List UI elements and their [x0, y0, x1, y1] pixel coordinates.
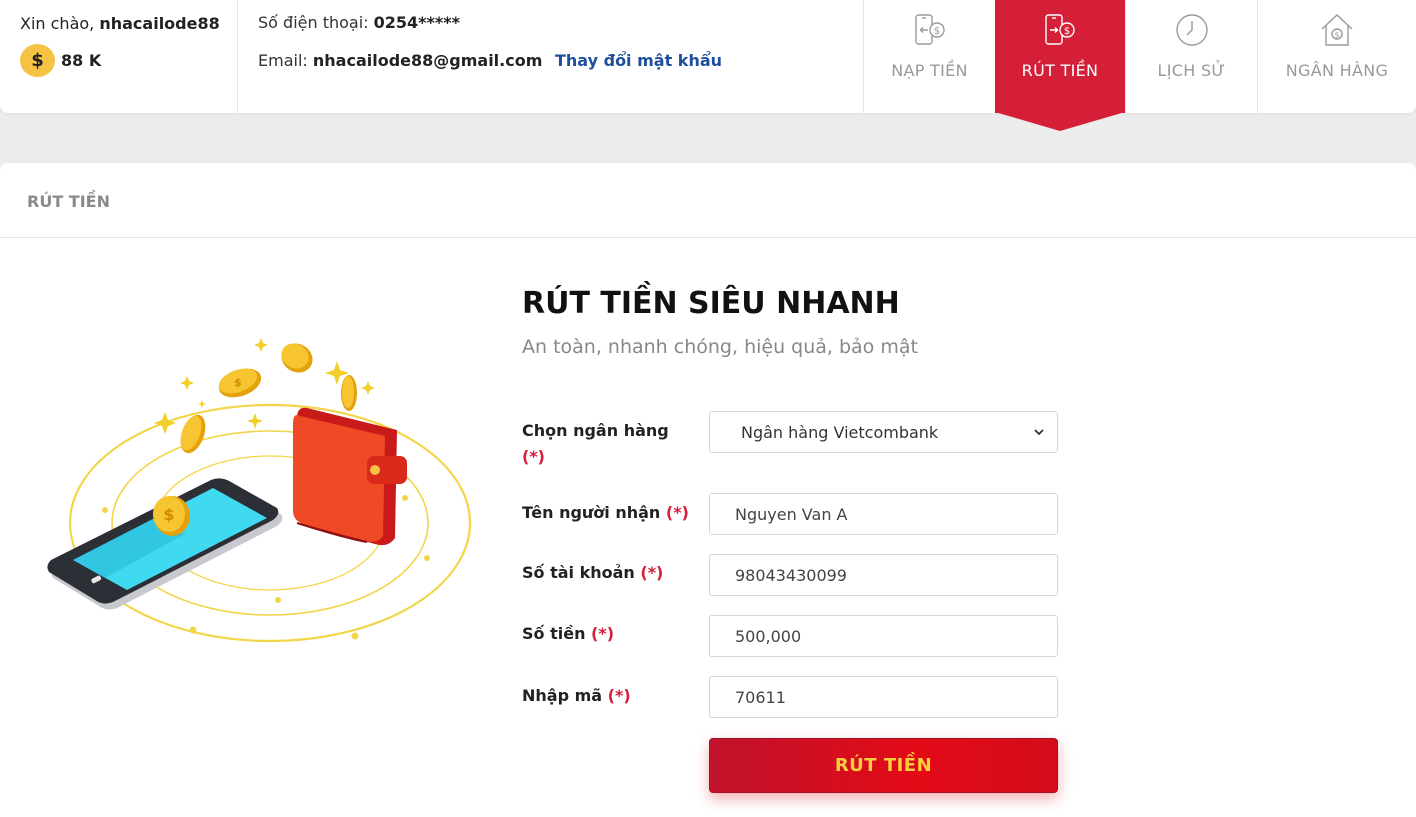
change-password-link[interactable]: Thay đổi mật khẩu [555, 51, 722, 70]
tab-bank-label: NGÂN HÀNG [1285, 61, 1389, 80]
svg-text:$: $ [1334, 31, 1339, 40]
svg-text:$: $ [933, 26, 939, 37]
tab-withdraw-label: RÚT TIỀN [1021, 61, 1099, 80]
greeting: Xin chào, nhacailode88 [20, 14, 220, 33]
account-label-text: Số tài khoản [522, 563, 635, 582]
bank-required-mark: (*) [522, 447, 545, 466]
greeting-prefix: Xin chào, [20, 14, 100, 33]
email-label: Email: [258, 51, 313, 70]
amount-label: Số tiền (*) [522, 621, 614, 647]
phone-withdraw-icon: $ [1045, 14, 1075, 45]
tab-history[interactable]: LỊCH SỬ [1125, 0, 1257, 113]
phone-deposit-icon: $ [914, 14, 945, 45]
username: nhacailode88 [99, 14, 220, 33]
bank-select-value: Ngân hàng Vietcombank [741, 423, 939, 442]
tab-bank[interactable]: $ NGÂN HÀNG [1257, 0, 1416, 113]
code-input[interactable] [709, 676, 1058, 718]
withdraw-card: RÚT TIỀN $ $ RÚT TIỀN SIÊU NHANH An toàn… [0, 163, 1416, 817]
recipient-input[interactable] [709, 493, 1058, 535]
svg-text:$: $ [1064, 26, 1070, 37]
user-summary: Xin chào, nhacailode88 $ 88 K [0, 0, 238, 113]
email-line: Email: nhacailode88@gmail.com [258, 51, 542, 70]
email-value: nhacailode88@gmail.com [312, 51, 543, 70]
coin-icon: $ [20, 44, 55, 77]
account-header: Xin chào, nhacailode88 $ 88 K Số điện th… [0, 0, 1416, 131]
svg-text:$: $ [234, 376, 242, 389]
phone-value: 0254***** [373, 13, 461, 32]
account-number-input[interactable] [709, 554, 1058, 596]
card-title: RÚT TIỀN [27, 192, 110, 211]
balance: 88 K [61, 51, 102, 70]
wallet-phone-illustration: $ $ [47, 338, 472, 643]
tab-deposit-label: NẠP TIỀN [891, 61, 968, 80]
tab-withdraw[interactable]: $ RÚT TIỀN [995, 0, 1125, 131]
code-label: Nhập mã (*) [522, 683, 631, 709]
form-subtitle: An toàn, nhanh chóng, hiệu quả, bảo mật [522, 336, 918, 358]
recipient-required-mark: (*) [665, 503, 689, 522]
recipient-label-text: Tên người nhận [522, 503, 661, 522]
form-title: RÚT TIỀN SIÊU NHANH [522, 286, 900, 321]
tab-history-label: LỊCH SỬ [1157, 61, 1226, 80]
card-header: RÚT TIỀN [0, 163, 1416, 238]
bank-icon: $ [1321, 14, 1353, 46]
phone-line: Số điện thoại: 0254***** [258, 13, 460, 32]
contact-info: Số điện thoại: 0254***** Email: nhacailo… [238, 0, 863, 113]
bank-label: Chọn ngân hàng (*) [522, 418, 669, 470]
chevron-down-icon [1034, 429, 1044, 436]
bank-label-text: Chọn ngân hàng [522, 421, 669, 440]
amount-input[interactable] [709, 615, 1058, 657]
code-label-text: Nhập mã [522, 686, 603, 705]
amount-required-mark: (*) [591, 624, 615, 643]
withdraw-submit-button[interactable]: RÚT TIỀN [709, 738, 1058, 793]
clock-icon [1175, 14, 1208, 46]
bank-select[interactable]: Ngân hàng Vietcombank [709, 411, 1058, 453]
account-label: Số tài khoản (*) [522, 560, 663, 586]
svg-text:$: $ [163, 505, 174, 524]
code-required-mark: (*) [607, 686, 631, 705]
account-required-mark: (*) [640, 563, 664, 582]
tab-deposit[interactable]: $ NẠP TIỀN [863, 0, 995, 113]
phone-label: Số điện thoại: [258, 13, 374, 32]
amount-label-text: Số tiền [522, 624, 586, 643]
recipient-label: Tên người nhận (*) [522, 500, 689, 526]
